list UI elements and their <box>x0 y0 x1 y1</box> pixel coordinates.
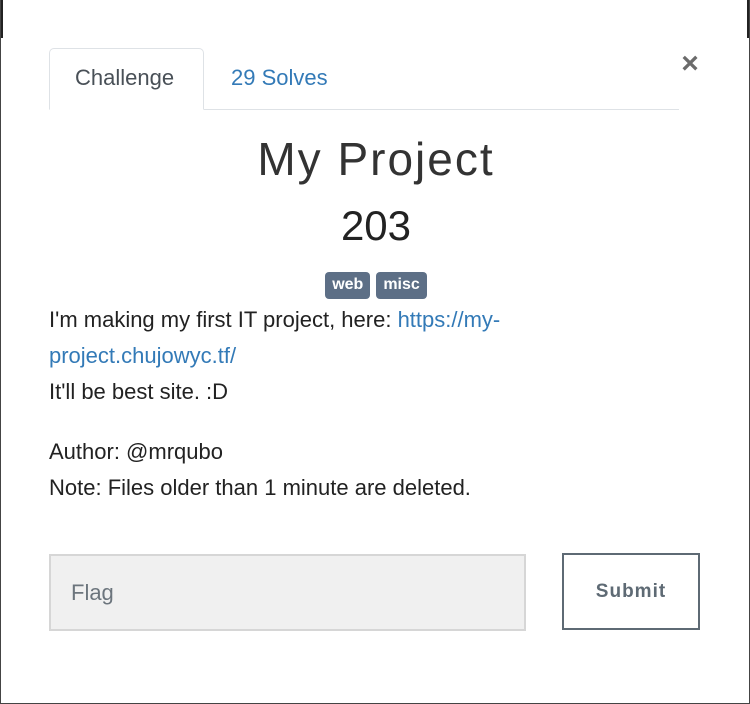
flag-input[interactable] <box>49 554 526 631</box>
tab-challenge[interactable]: Challenge <box>49 48 204 110</box>
challenge-description: I'm making my first IT project, here: ht… <box>49 302 609 506</box>
description-text: I'm making my first IT project, here: <box>49 307 398 332</box>
author-line: Author: @mrqubo <box>49 439 223 464</box>
note-line: Note: Files older than 1 minute are dele… <box>49 475 471 500</box>
challenge-modal: Challenge 29 Solves × My Project 203 web… <box>0 0 750 704</box>
submit-button[interactable]: Submit <box>562 553 700 630</box>
description-line: It'll be best site. :D <box>49 379 229 404</box>
challenge-tags: web misc <box>1 272 750 299</box>
challenge-title: My Project <box>257 133 495 185</box>
challenge-points: 203 <box>340 202 412 249</box>
modal-tabs: Challenge 29 Solves <box>49 48 679 110</box>
description-line: I'm making my first IT project, here: ht… <box>49 302 609 374</box>
backdrop-edge-right <box>747 0 749 38</box>
tag-badge: web <box>325 272 371 299</box>
close-icon[interactable]: × <box>677 46 703 82</box>
backdrop-edge-left <box>1 0 3 38</box>
tab-solves[interactable]: 29 Solves <box>205 48 354 110</box>
tag-badge: misc <box>376 272 427 299</box>
